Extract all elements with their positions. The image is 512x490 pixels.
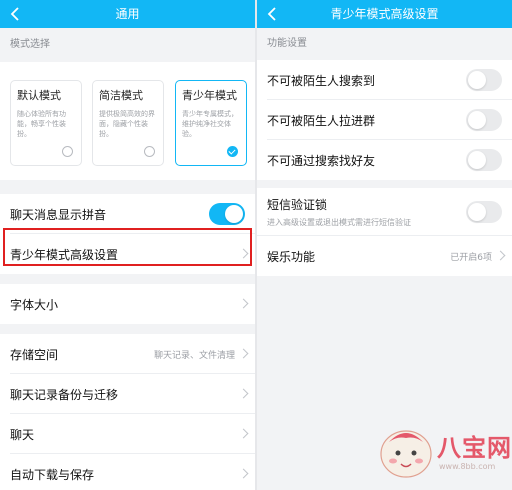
page-title: 青少年模式高级设置 xyxy=(330,7,439,21)
no-stranger-search-label: 不可被陌生人搜索到 xyxy=(267,73,376,88)
nav-bar: 通用 xyxy=(0,0,255,28)
page-title: 通用 xyxy=(115,7,140,21)
watermark-url: www.8bb.com xyxy=(439,462,496,471)
sms-lock-description: 进入高级设置或退出模式需进行短信验证 xyxy=(267,218,411,227)
entertainment-row[interactable]: 娱乐功能 已开启6项 xyxy=(257,236,512,276)
chevron-right-icon xyxy=(238,298,249,309)
no-search-friends-toggle[interactable] xyxy=(466,149,502,171)
backup-label: 聊天记录备份与迁移 xyxy=(10,387,119,402)
section-label-functions: 功能设置 xyxy=(267,38,307,49)
no-stranger-group-label: 不可被陌生人拉进群 xyxy=(267,113,376,128)
mode-description: 随心体验所有功能，畅享个性装扮。 xyxy=(17,110,66,138)
section-label-mode: 模式选择 xyxy=(10,39,50,50)
chevron-right-icon xyxy=(238,388,249,399)
chevron-right-icon xyxy=(238,248,249,259)
font-size-label: 字体大小 xyxy=(10,297,59,312)
sms-lock-row: 短信验证锁 进入高级设置或退出模式需进行短信验证 xyxy=(257,188,512,236)
chevron-right-icon xyxy=(495,250,506,261)
mode-card-teen[interactable]: 青少年模式 青少年专属模式，维护纯净社交体验。 xyxy=(175,80,247,166)
entertainment-value: 已开启6项 xyxy=(450,252,492,263)
chevron-right-icon xyxy=(238,428,249,439)
pinyin-toggle[interactable] xyxy=(209,203,245,225)
mode-title: 青少年模式 xyxy=(182,89,237,102)
no-search-friends-row: 不可通过搜索找好友 xyxy=(257,140,512,180)
auto-download-label: 自动下载与保存 xyxy=(10,467,95,482)
radio-icon xyxy=(62,146,73,157)
no-stranger-group-row: 不可被陌生人拉进群 xyxy=(257,100,512,140)
chevron-right-icon xyxy=(238,468,249,479)
storage-value: 聊天记录、文件清理 xyxy=(153,350,235,361)
chat-label: 聊天 xyxy=(10,427,35,442)
pinyin-row: 聊天消息显示拼音 xyxy=(0,194,255,234)
mode-description: 提供极简高效的界面，隐藏个性装扮。 xyxy=(99,110,155,138)
watermark-mascot-icon xyxy=(380,430,432,478)
mode-card-simple[interactable]: 简洁模式 提供极简高效的界面，隐藏个性装扮。 xyxy=(92,80,164,166)
font-size-row[interactable]: 字体大小 xyxy=(0,284,255,324)
radio-icon xyxy=(144,146,155,157)
no-search-friends-label: 不可通过搜索找好友 xyxy=(267,153,376,168)
mode-selector: 默认模式 随心体验所有功能，畅享个性装扮。 简洁模式 提供极简高效的界面，隐藏个… xyxy=(0,62,255,180)
sms-lock-toggle[interactable] xyxy=(466,200,502,223)
mode-card-default[interactable]: 默认模式 随心体验所有功能，畅享个性装扮。 xyxy=(10,80,82,166)
general-settings-screen: 通用 模式选择 默认模式 随心体验所有功能，畅享个性装扮。 简洁模式 提供极简高… xyxy=(0,0,255,490)
no-stranger-search-row: 不可被陌生人搜索到 xyxy=(257,60,512,100)
nav-bar: 青少年模式高级设置 xyxy=(257,0,512,28)
teen-advanced-settings-label: 青少年模式高级设置 xyxy=(10,247,119,262)
auto-download-row[interactable]: 自动下载与保存 xyxy=(0,454,255,490)
backup-row[interactable]: 聊天记录备份与迁移 xyxy=(0,374,255,414)
storage-label: 存储空间 xyxy=(10,347,59,362)
pinyin-label: 聊天消息显示拼音 xyxy=(10,207,107,222)
mode-description: 青少年专属模式，维护纯净社交体验。 xyxy=(182,110,238,138)
no-stranger-group-toggle[interactable] xyxy=(466,109,502,131)
mode-title: 默认模式 xyxy=(17,89,61,102)
storage-row[interactable]: 存储空间 聊天记录、文件清理 xyxy=(0,334,255,374)
chat-row[interactable]: 聊天 xyxy=(0,414,255,454)
mode-title: 简洁模式 xyxy=(99,89,143,102)
teen-advanced-settings-screen: 青少年模式高级设置 功能设置 不可被陌生人搜索到 不可被陌生人拉进群 不可通过搜… xyxy=(257,0,512,490)
watermark: 八宝网 www.8bb.com xyxy=(377,420,511,482)
teen-advanced-settings-row[interactable]: 青少年模式高级设置 xyxy=(0,234,255,274)
watermark-text: 八宝网 xyxy=(437,434,512,462)
entertainment-label: 娱乐功能 xyxy=(267,249,316,264)
chevron-right-icon xyxy=(238,348,249,359)
check-circle-icon xyxy=(227,146,238,157)
no-stranger-search-toggle[interactable] xyxy=(466,69,502,91)
